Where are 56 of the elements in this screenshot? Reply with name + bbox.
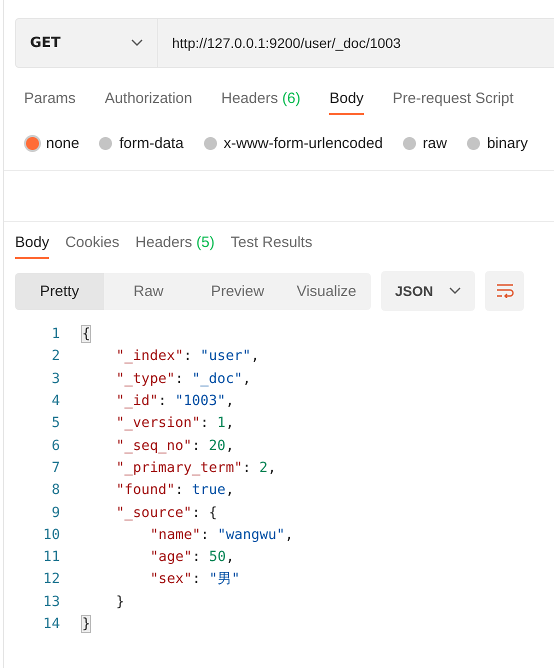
radio-label: none [46, 135, 80, 152]
code-line: "_id": "1003", [116, 393, 234, 410]
code-line: "sex": "男" [150, 570, 240, 588]
view-mode-button[interactable]: Pretty [15, 272, 104, 310]
code-line: "_primary_term": 2, [116, 460, 276, 476]
line-number: 13 [42, 594, 61, 610]
response-tab[interactable]: Cookies [65, 234, 120, 259]
response-tab[interactable]: Test Results [230, 234, 312, 259]
code-line: } [116, 594, 124, 610]
radio-button[interactable] [204, 137, 217, 150]
view-mode-button[interactable]: Raw [104, 272, 193, 310]
request-tab[interactable]: Pre-request Script [392, 90, 514, 115]
code-line: "_type": "_doc", [116, 370, 251, 387]
radio-label: x-www-form-urlencoded [224, 135, 383, 152]
code-line: "_seq_no": 20, [116, 438, 234, 454]
code-line: "age": 50, [150, 549, 234, 566]
line-number: 3 [50, 370, 61, 387]
line-number: 2 [50, 348, 61, 364]
code-line: "_source": { [116, 504, 218, 521]
line-number: 9 [50, 504, 61, 521]
line-number: 14 [42, 616, 61, 632]
response-tab[interactable]: Body [15, 234, 50, 259]
line-number: 1 [50, 326, 61, 342]
view-mode-button[interactable]: Preview [193, 272, 282, 310]
radio-button[interactable] [402, 137, 416, 150]
code-line: "found": true, [116, 482, 234, 498]
line-number: 5 [50, 415, 61, 432]
code-line: "_version": 1, [116, 415, 234, 432]
view-mode-button[interactable]: Visualize [282, 272, 371, 310]
line-number: 8 [50, 482, 61, 498]
request-tab[interactable]: Body [329, 90, 364, 115]
request-tab[interactable]: Params [24, 90, 76, 115]
request-tab[interactable]: Authorization [104, 90, 192, 115]
wrap-lines-icon [496, 284, 514, 298]
radio-button[interactable] [99, 137, 112, 150]
radio-button[interactable] [26, 137, 39, 150]
code-line: "name": "wangwu", [150, 526, 294, 543]
line-number: 4 [50, 393, 61, 410]
line-number: 11 [42, 549, 61, 566]
code-line: "_index": "user", [116, 348, 260, 364]
radio-label: raw [422, 135, 447, 152]
line-number: 7 [50, 460, 61, 476]
radio-label: binary [486, 135, 528, 152]
request-tab[interactable]: Headers (6) [221, 90, 300, 115]
radio-button[interactable] [466, 137, 480, 150]
radio-label: form-data [119, 135, 184, 152]
chevron-down-icon [449, 287, 461, 295]
line-number: 10 [42, 526, 61, 543]
method-dropdown[interactable]: GET [15, 18, 158, 68]
url-field[interactable]: http://127.0.0.1:9200/user/_doc/1003 [158, 18, 554, 68]
line-number: 6 [50, 438, 61, 454]
response-tab[interactable]: Headers (5) [135, 234, 215, 259]
line-number: 12 [42, 571, 61, 588]
format-dropdown[interactable]: JSON [381, 271, 475, 311]
wrap-button[interactable] [485, 271, 524, 311]
chevron-down-icon [131, 39, 143, 47]
